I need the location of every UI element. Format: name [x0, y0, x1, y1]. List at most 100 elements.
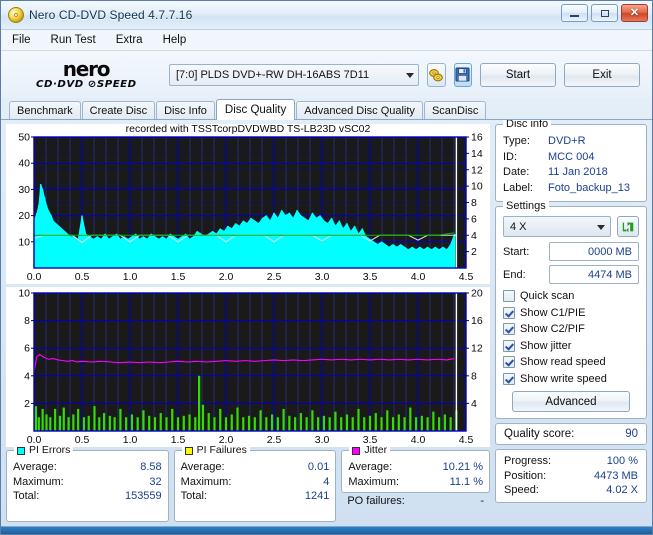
quick-scan-checkbox[interactable]: [503, 290, 515, 303]
svg-text:2: 2: [471, 246, 477, 258]
pi-failures-average-label: Average:: [180, 461, 225, 473]
quality-score-label: Quality score:: [504, 428, 575, 440]
show-write-speed-label: Show write speed: [520, 372, 607, 385]
disc-type-label: Type:: [503, 135, 530, 147]
pi-failures-maximum-label: Maximum:: [180, 475, 232, 488]
tab-disc-quality[interactable]: Disc Quality: [215, 99, 296, 120]
progress-value: 100 %: [606, 455, 638, 467]
svg-text:4: 4: [471, 230, 477, 242]
svg-text:4: 4: [471, 398, 477, 410]
jitter-average-row: Average: 10.21 %: [348, 460, 483, 475]
show-c2-pif-checkbox[interactable]: [503, 323, 515, 336]
maximize-icon: [600, 9, 609, 17]
disc-id-row: ID: MCC 004: [503, 150, 639, 166]
jitter-color-swatch: [352, 446, 361, 455]
save-button[interactable]: [453, 62, 472, 87]
graph-title: recorded with TSSTcorpDVDWBD TS-LB23D vS…: [125, 123, 371, 135]
pi-errors-total-row: Total: 153559: [13, 489, 162, 504]
tab-disc-info[interactable]: Disc Info: [156, 101, 215, 119]
pi-failures-legend: PI Failures: [181, 445, 250, 456]
checkbox-show-c2-pif[interactable]: Show C2/PIF: [503, 321, 639, 338]
jitter-average-value: 10.21 %: [442, 461, 484, 473]
start-row: Start: 0000 MB: [503, 242, 639, 261]
advanced-button[interactable]: Advanced: [512, 391, 630, 412]
pi-errors-maximum-label: Maximum:: [13, 475, 64, 488]
checkbox-show-c1-pie[interactable]: Show C1/PIE: [503, 305, 639, 322]
svg-text:0.5: 0.5: [75, 434, 90, 446]
show-read-speed-checkbox[interactable]: [503, 356, 515, 369]
pie-graph: 10203040502468101214160.0 0.5 1.0 1.5 2.0 2.5…: [18, 132, 483, 284]
svg-text:0.0: 0.0: [27, 271, 42, 283]
checkbox-show-read-speed[interactable]: Show read speed: [503, 354, 639, 371]
menu-item-extra[interactable]: Extra: [113, 33, 146, 47]
minimize-button[interactable]: [561, 4, 588, 22]
svg-text:1.5: 1.5: [171, 271, 186, 283]
start-input[interactable]: 0000 MB: [549, 242, 639, 261]
speed-row-status: Speed: 4.02 X: [504, 483, 638, 498]
tab-advanced-disc-quality[interactable]: Advanced Disc Quality: [296, 101, 423, 119]
end-input[interactable]: 4474 MB: [549, 265, 639, 284]
svg-text:3.5: 3.5: [363, 271, 378, 283]
svg-text:14: 14: [471, 148, 483, 160]
speed-selector-value: 4 X: [510, 220, 527, 233]
disc-id-label: ID:: [503, 150, 518, 163]
pi-failures-panel: PI Failures Average: 0.01 Maximum: 4 Tot…: [173, 445, 337, 522]
position-label: Position:: [504, 469, 547, 482]
toolbar: nero CD·DVD ⊘SPEED [7:0] PLDS DVD+-RW DH…: [1, 51, 652, 98]
tab-bar: Benchmark Create Disc Disc Info Disc Qua…: [1, 98, 652, 120]
svg-text:6: 6: [24, 343, 30, 355]
tab-create-disc[interactable]: Create Disc: [81, 101, 156, 119]
jitter-panel: Jitter Average: 10.21 % Maximum: 11.1 % …: [341, 445, 491, 522]
pi-errors-panel: PI Errors Average: 8.58 Maximum: 32 Tota…: [6, 445, 169, 522]
position-row: Position: 4473 MB: [504, 469, 638, 484]
disc-type-value: DVD+R: [548, 135, 586, 147]
close-icon: ✕: [629, 6, 640, 19]
show-read-speed-label: Show read speed: [520, 356, 606, 368]
show-jitter-checkbox[interactable]: [503, 339, 515, 352]
show-write-speed-checkbox[interactable]: [503, 372, 515, 385]
menu-item-help[interactable]: Help: [160, 33, 190, 47]
maximize-button[interactable]: [591, 4, 618, 22]
po-failures-row: PO failures: -: [341, 493, 490, 509]
disc-label-label: Label:: [503, 181, 533, 194]
checkbox-show-write-speed[interactable]: Show write speed: [503, 371, 639, 388]
app-icon: [8, 7, 24, 23]
svg-text:6: 6: [471, 213, 477, 225]
menu-bar: File Run Test Extra Help: [1, 30, 652, 51]
close-button[interactable]: ✕: [621, 4, 648, 22]
jitter-average-label: Average:: [348, 461, 393, 473]
show-c1-pie-checkbox[interactable]: [503, 306, 515, 319]
tab-scandisc[interactable]: ScanDisc: [423, 101, 487, 119]
pi-failures-total-row: Total: 1241: [181, 489, 330, 504]
speed-selector[interactable]: 4 X: [503, 216, 611, 237]
speed-label: Speed:: [504, 484, 539, 496]
refresh-button[interactable]: [617, 216, 639, 237]
speed-row: 4 X: [503, 216, 639, 237]
pi-failures-maximum-row: Maximum: 4: [181, 475, 330, 490]
disc-label-value: Foto_backup_13: [548, 181, 630, 194]
logo-wordmark: nero: [62, 56, 111, 81]
pi-failures-color-swatch: [184, 446, 193, 455]
svg-text:1.0: 1.0: [123, 434, 138, 446]
disc-tools-button[interactable]: [427, 62, 446, 87]
graphs-column: recorded with TSSTcorpDVDWBD TS-LB23D vS…: [6, 123, 491, 522]
menu-item-file[interactable]: File: [9, 33, 34, 47]
svg-text:3.0: 3.0: [315, 434, 330, 446]
svg-text:8: 8: [471, 370, 477, 382]
checkbox-quick-scan[interactable]: Quick scan: [503, 288, 639, 305]
checkbox-show-jitter[interactable]: Show jitter: [503, 338, 639, 355]
show-c1-pie-label: Show C1/PIE: [520, 306, 586, 319]
menu-item-run-test[interactable]: Run Test: [48, 33, 99, 47]
jitter-maximum-row: Maximum: 11.1 %: [348, 475, 483, 490]
show-c2-pif-label: Show C2/PIF: [520, 323, 585, 335]
drive-selector[interactable]: [7:0] PLDS DVD+-RW DH-16ABS 7D11: [169, 63, 419, 86]
svg-text:8: 8: [24, 315, 30, 327]
svg-text:40: 40: [18, 158, 30, 170]
svg-text:10: 10: [471, 181, 483, 193]
tab-benchmark[interactable]: Benchmark: [9, 101, 81, 119]
start-button[interactable]: Start: [480, 62, 556, 87]
progress-row: Progress: 100 %: [504, 454, 638, 469]
exit-button[interactable]: Exit: [564, 62, 640, 87]
pi-failures-average-row: Average: 0.01: [181, 460, 330, 475]
progress-panel: Progress: 100 % Position: 4473 MB Speed:…: [495, 449, 647, 503]
